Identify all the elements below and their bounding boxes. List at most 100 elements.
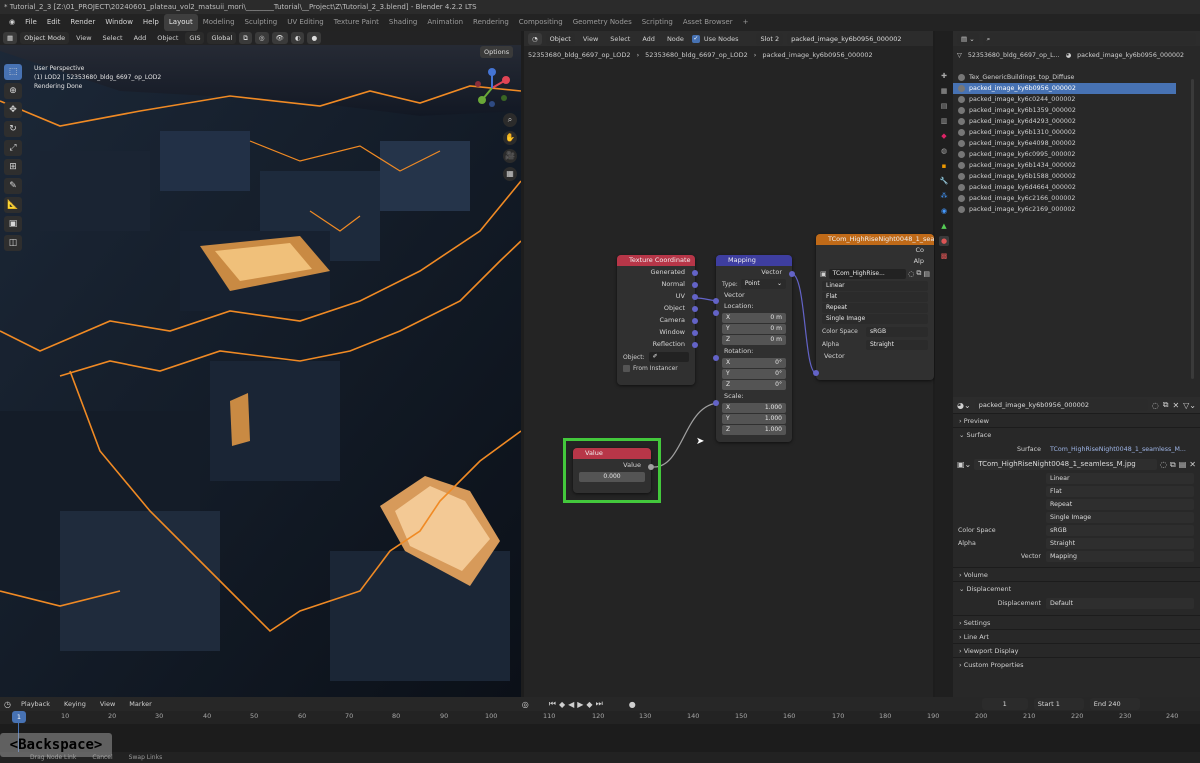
proportional-edit-icon[interactable]: ◎	[254, 32, 269, 44]
color-space-dropdown[interactable]: sRGB	[1046, 525, 1194, 536]
scene-tab-icon[interactable]: ◆	[939, 131, 949, 141]
eyedropper-icon[interactable]: ✐	[653, 352, 658, 362]
workspace-tab-scripting[interactable]: Scripting	[637, 14, 678, 31]
mapping-type-dropdown[interactable]: Point ⌄	[740, 279, 786, 289]
image-list-item[interactable]: packed_image_ky6b1310_000002	[953, 127, 1176, 138]
gis-menu[interactable]: GIS	[185, 32, 205, 44]
output-socket-dot[interactable]	[692, 330, 698, 336]
image-list-item[interactable]: packed_image_ky6c0244_000002	[953, 94, 1176, 105]
rotation-y-field[interactable]: Y 0°	[722, 369, 786, 379]
texture-coordinate-node[interactable]: Texture Coordinate Generated Normal UV O…	[617, 255, 695, 385]
perspective-toggle-icon[interactable]: ▦	[503, 167, 517, 181]
image-name-field[interactable]: TCom_HighRise...	[828, 268, 907, 279]
image-list-item[interactable]: packed_image_ky6d4293_000002	[953, 116, 1176, 127]
panel-settings[interactable]: › Settings	[953, 615, 1200, 629]
visibility-icon[interactable]: 👁	[271, 32, 288, 44]
socket-alpha-out[interactable]: Alp	[816, 256, 934, 267]
annotate-icon[interactable]: ✎	[4, 178, 22, 194]
end-frame-field[interactable]: End 240	[1089, 698, 1140, 710]
viewport-menu-select[interactable]: Select	[99, 34, 127, 42]
workspace-tab-compositing[interactable]: Compositing	[514, 14, 568, 31]
object-mode-dropdown[interactable]: Object Mode	[20, 32, 70, 44]
extension-dropdown[interactable]: Repeat	[822, 303, 928, 313]
viewport-menu-object[interactable]: Object	[153, 34, 182, 42]
input-socket-dot[interactable]	[713, 355, 719, 361]
panel-viewport-display[interactable]: › Viewport Display	[953, 643, 1200, 657]
scale-z-field[interactable]: Z 1.000	[722, 425, 786, 435]
workspace-tab-texture-paint[interactable]: Texture Paint	[329, 14, 384, 31]
shading-mode-icon[interactable]: ●	[307, 32, 322, 44]
jump-end-icon[interactable]: ⏭	[596, 699, 603, 709]
color-space-dropdown[interactable]: sRGB	[866, 326, 928, 337]
open-folder-icon[interactable]: ▤	[1179, 460, 1187, 469]
output-socket-dot[interactable]	[692, 318, 698, 324]
timeline-menu-keying[interactable]: Keying	[60, 700, 90, 708]
rotation-z-field[interactable]: Z 0°	[722, 380, 786, 390]
source-dropdown[interactable]: Single Image	[1046, 512, 1194, 523]
socket-location[interactable]: Location:	[716, 301, 792, 312]
image-name-field[interactable]: TCom_HighRiseNight0048_1_seamless_M.jpg	[974, 459, 1158, 470]
output-socket-dot[interactable]	[789, 271, 795, 277]
jump-start-icon[interactable]: ⏮	[549, 699, 556, 709]
panel-surface[interactable]: ⌄ Surface	[953, 427, 1200, 441]
socket-rotation[interactable]: Rotation:	[716, 346, 792, 357]
image-list-item[interactable]: packed_image_ky6c0995_000002	[953, 149, 1176, 160]
physics-tab-icon[interactable]: ◉	[939, 206, 949, 216]
image-list-item[interactable]: packed_image_ky6e4098_000002	[953, 138, 1176, 149]
render-tab-icon[interactable]: ▦	[939, 86, 949, 96]
unlink-image-icon[interactable]: ✕	[1189, 460, 1196, 469]
workspace-tab-shading[interactable]: Shading	[384, 14, 422, 31]
output-socket-dot[interactable]	[692, 294, 698, 300]
menu-file[interactable]: File	[20, 14, 42, 31]
snap-icon[interactable]: ⧉	[239, 32, 252, 44]
projection-dropdown[interactable]: Flat	[1046, 486, 1194, 497]
socket-color-out[interactable]: Co	[816, 245, 934, 256]
workspace-tab-layout[interactable]: Layout	[163, 14, 198, 31]
output-socket-dot[interactable]	[692, 270, 698, 276]
panel-displacement[interactable]: ⌄ Displacement	[953, 581, 1200, 595]
socket-vector-in[interactable]: Vector	[816, 351, 934, 362]
menu-edit[interactable]: Edit	[42, 14, 66, 31]
mapping-node[interactable]: Mapping Vector Type: Point ⌄ Vector Locat…	[716, 255, 792, 442]
workspace-tab-sculpting[interactable]: Sculpting	[240, 14, 283, 31]
add-workspace-icon[interactable]: +	[738, 14, 754, 31]
image-list-item[interactable]: Tex_GenericBuildings_top_Diffuse	[953, 72, 1176, 83]
play-reverse-icon[interactable]: ◀	[568, 700, 574, 709]
vector-input-link[interactable]: Mapping	[1046, 551, 1194, 562]
material-name-field[interactable]: packed_image_ky6b0956_000002	[974, 399, 1148, 411]
current-frame-field[interactable]: 1	[981, 698, 1028, 710]
surface-shader-link[interactable]: TCom_HighRiseNight0048_1_seamless_M...	[1046, 444, 1194, 455]
search-field[interactable]: ⌕	[982, 32, 1196, 45]
displacement-input-link[interactable]: Default	[1046, 597, 1194, 609]
editor-type-icon[interactable]: ▦	[3, 32, 18, 44]
move-icon[interactable]: ✥	[4, 102, 22, 118]
alpha-dropdown[interactable]: Straight	[1046, 538, 1194, 549]
rotate-icon[interactable]: ↻	[4, 121, 22, 137]
socket-window[interactable]: Window	[617, 326, 695, 338]
world-tab-icon[interactable]: ◍	[939, 146, 949, 156]
output-socket-dot[interactable]	[692, 342, 698, 348]
image-list-item[interactable]: packed_image_ky6b1588_000002	[953, 171, 1176, 182]
image-list-item[interactable]: packed_image_ky6c2169_000002	[953, 204, 1176, 215]
object-tab-icon[interactable]: ▪	[939, 161, 949, 171]
location-y-field[interactable]: Y 0 m	[722, 324, 786, 334]
alpha-dropdown[interactable]: Straight	[866, 339, 928, 350]
socket-generated[interactable]: Generated	[617, 266, 695, 278]
rotation-x-field[interactable]: X 0°	[722, 358, 786, 368]
material-browse-icon[interactable]: ◕⌄	[957, 401, 971, 410]
socket-uv[interactable]: UV	[617, 290, 695, 302]
menu-help[interactable]: Help	[138, 14, 164, 31]
panel-line-art[interactable]: › Line Art	[953, 629, 1200, 643]
scale-x-field[interactable]: X 1.000	[722, 403, 786, 413]
workspace-tab-uv-editing[interactable]: UV Editing	[282, 14, 329, 31]
scale-y-field[interactable]: Y 1.000	[722, 414, 786, 424]
socket-vector-in[interactable]: Vector	[716, 290, 792, 301]
workspace-tab-geometry-nodes[interactable]: Geometry Nodes	[568, 14, 637, 31]
add-cube-icon[interactable]: ▣	[4, 216, 22, 232]
source-dropdown[interactable]: Single Image	[822, 314, 928, 324]
input-socket-dot[interactable]	[713, 400, 719, 406]
node-menu-node[interactable]: Node	[663, 35, 688, 43]
list-scrollbar[interactable]	[1191, 79, 1194, 379]
node-menu-add[interactable]: Add	[638, 35, 659, 43]
particles-tab-icon[interactable]: ⁂	[939, 191, 949, 201]
